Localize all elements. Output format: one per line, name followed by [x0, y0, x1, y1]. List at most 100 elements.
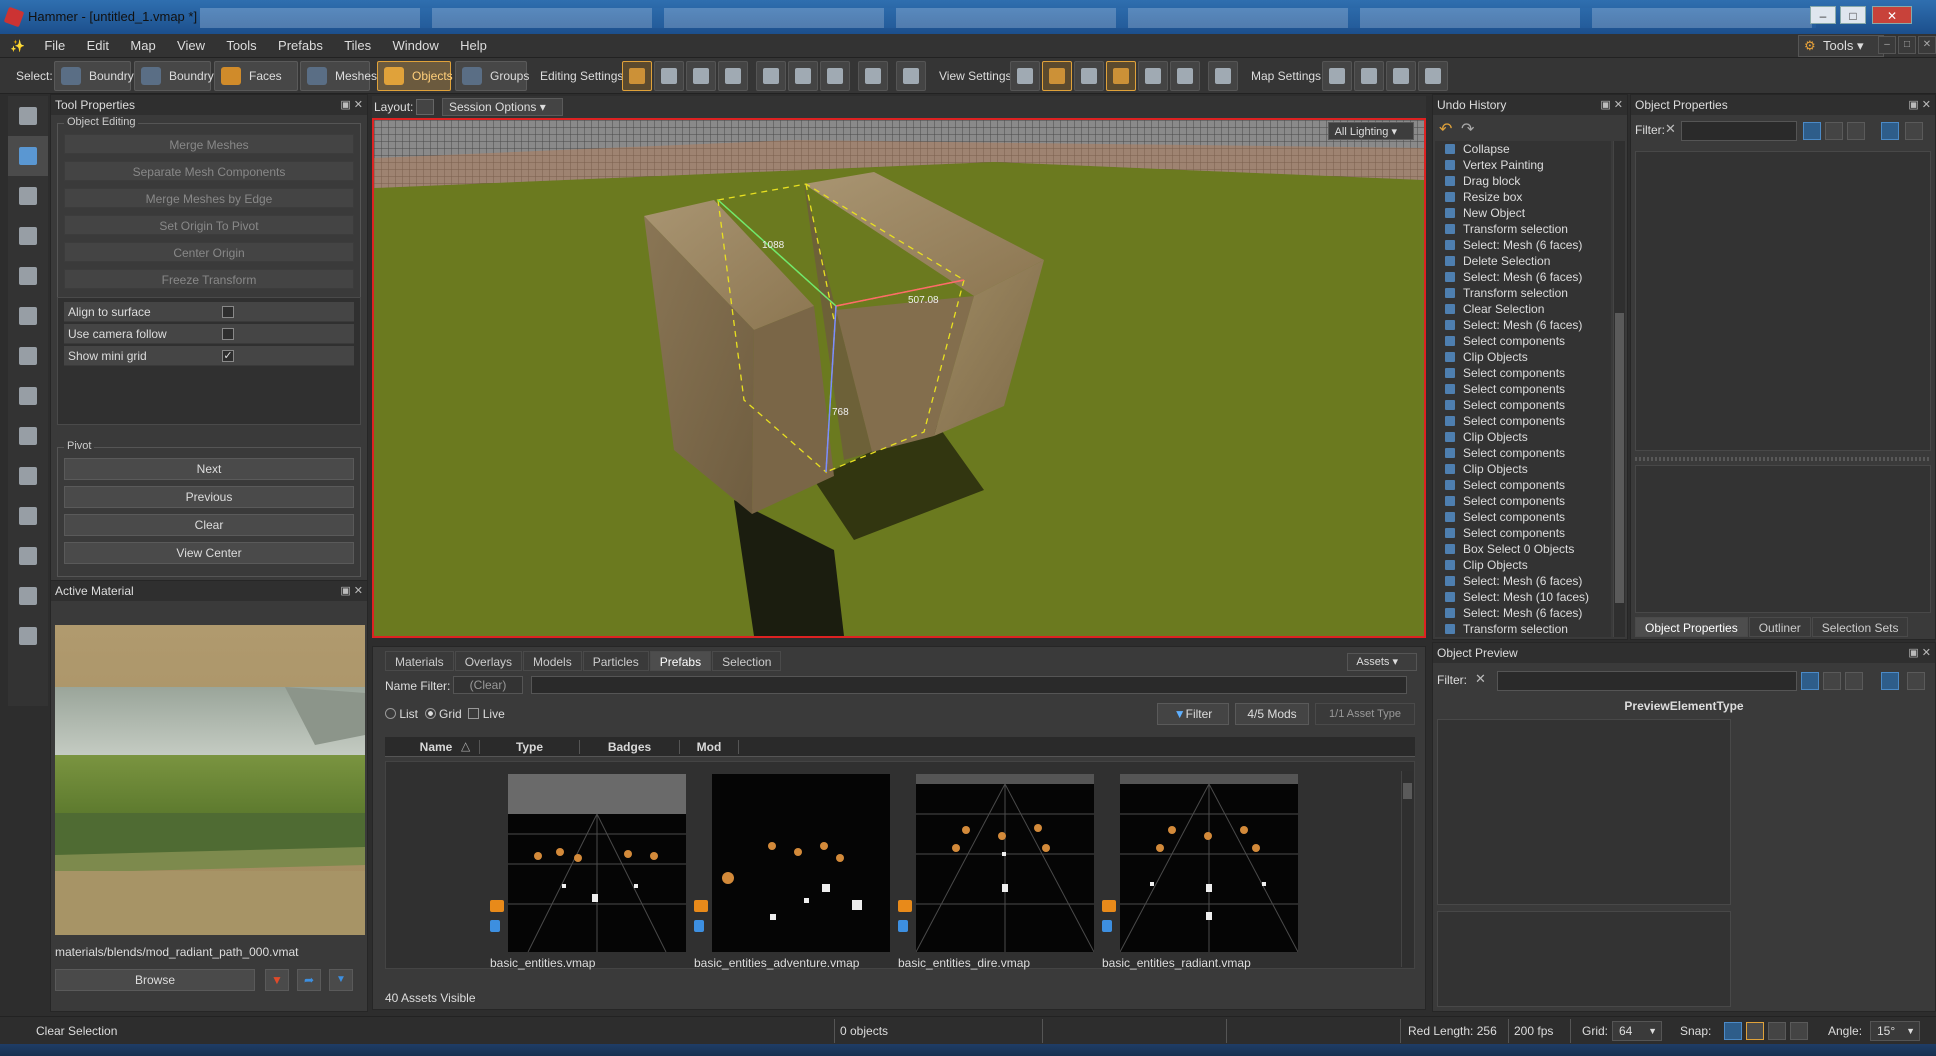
object-properties-filter-input[interactable] — [1681, 121, 1797, 141]
undo-history-item[interactable]: Select components — [1435, 365, 1611, 381]
list-radio[interactable] — [385, 708, 396, 719]
tab-prefabs[interactable]: Prefabs — [649, 651, 712, 671]
session-options-dropdown[interactable]: Session Options ▾ — [442, 98, 563, 116]
map-toggle-1[interactable] — [1322, 61, 1352, 91]
panel-float-close-icons[interactable]: ▣ ✕ — [1908, 643, 1931, 663]
menu-window[interactable]: Window — [384, 34, 448, 58]
undo-history-item[interactable]: Resize box — [1435, 189, 1611, 205]
preview-tree-view-icon[interactable] — [1823, 672, 1841, 690]
undo-icon[interactable]: ↶ — [1439, 119, 1452, 139]
tab-object-properties[interactable]: Object Properties — [1635, 617, 1748, 637]
translate-tool[interactable] — [8, 136, 48, 176]
light-tool[interactable] — [8, 296, 48, 336]
block-tool[interactable] — [8, 336, 48, 376]
select-groups-button[interactable]: Groups — [455, 61, 529, 91]
scale-tool[interactable] — [8, 216, 48, 256]
tab-selection[interactable]: Selection — [712, 651, 782, 671]
menu-file[interactable]: File — [35, 34, 74, 58]
asset-tile[interactable]: basic_entities_adventure.vmap — [694, 772, 890, 972]
mdi-restore-button[interactable]: □ — [1898, 36, 1916, 54]
grid-radio[interactable] — [424, 708, 436, 719]
view-toggle-3[interactable] — [1074, 61, 1104, 91]
center-origin-button[interactable]: Center Origin — [64, 242, 354, 262]
tools-dropdown-button[interactable]: ⚙ Tools ▾ — [1798, 35, 1884, 57]
undo-history-item[interactable]: Vertex Painting — [1435, 157, 1611, 173]
undo-history-item[interactable]: Clear Selection — [1435, 301, 1611, 317]
map-toggle-4[interactable] — [1418, 61, 1448, 91]
undo-history-item[interactable]: Select: Mesh (6 faces) — [1435, 573, 1611, 589]
tab-selection-sets[interactable]: Selection Sets — [1811, 617, 1909, 637]
undo-history-item[interactable]: Clip Objects — [1435, 461, 1611, 477]
menu-help[interactable]: Help — [451, 34, 496, 58]
view-toggle-5[interactable] — [1138, 61, 1168, 91]
maximize-button[interactable]: □ — [1840, 6, 1866, 24]
snap-vertex-icon[interactable] — [1746, 1022, 1764, 1040]
tree-view-icon[interactable] — [1825, 122, 1843, 140]
snap-to-grid-toggle[interactable] — [622, 61, 652, 91]
undo-history-item[interactable]: Select components — [1435, 333, 1611, 349]
undo-history-item[interactable]: New Object — [1435, 205, 1611, 221]
pivot-tool[interactable] — [8, 256, 48, 296]
material-tool[interactable] — [8, 456, 48, 496]
edit-toggle-3[interactable] — [686, 61, 716, 91]
align-to-surface-checkbox[interactable] — [222, 306, 234, 318]
undo-history-item[interactable]: Select: Mesh (10 faces) — [1435, 589, 1611, 605]
undo-history-item[interactable]: Clip Objects — [1435, 429, 1611, 445]
undo-history-item[interactable]: Transform selection — [1435, 221, 1611, 237]
use-camera-follow-row[interactable]: Use camera follow — [64, 324, 354, 344]
view-toggle-7[interactable] — [1208, 61, 1238, 91]
path-tool[interactable] — [8, 616, 48, 656]
menu-map[interactable]: Map — [121, 34, 164, 58]
select-boundry-button[interactable]: Boundry — [54, 61, 134, 91]
layout-grid-icon[interactable] — [416, 99, 434, 115]
tab-overlays[interactable]: Overlays — [454, 651, 523, 671]
merge-meshes-button[interactable]: Merge Meshes — [64, 134, 354, 154]
undo-history-item[interactable]: Transform selection — [1435, 285, 1611, 301]
asset-grid-scrollbar[interactable] — [1401, 771, 1413, 967]
mods-button[interactable]: 4/5 Mods — [1235, 703, 1309, 725]
undo-history-item[interactable]: Select: Mesh (6 faces) — [1435, 605, 1611, 621]
map-toggle-3[interactable] — [1386, 61, 1416, 91]
select-boundry-2-button[interactable]: Boundry — [134, 61, 214, 91]
tab-outliner[interactable]: Outliner — [1748, 617, 1811, 637]
asset-tile[interactable]: basic_entities_radiant.vmap — [1102, 772, 1298, 972]
pivot-view-center-button[interactable]: View Center — [64, 542, 354, 564]
undo-history-scrollbar[interactable] — [1613, 141, 1625, 637]
undo-history-item[interactable]: Clip Objects — [1435, 349, 1611, 365]
undo-history-item[interactable]: Select components — [1435, 413, 1611, 429]
local-space-toggle[interactable] — [654, 61, 684, 91]
view-toggle-6[interactable] — [1170, 61, 1200, 91]
preview-detail-view-icon[interactable] — [1845, 672, 1863, 690]
terrain-tool[interactable] — [8, 536, 48, 576]
show-mini-grid-checkbox[interactable]: ✓ — [222, 350, 234, 362]
undo-history-item[interactable]: Select components — [1435, 445, 1611, 461]
map-toggle-2[interactable] — [1354, 61, 1384, 91]
view-toggle-4[interactable] — [1106, 61, 1136, 91]
browse-material-button[interactable]: Browse — [55, 969, 255, 991]
panel-float-close-icons[interactable]: ▣ ✕ — [340, 95, 363, 115]
preview-user-icon[interactable] — [1881, 672, 1899, 690]
snap-surface-icon[interactable] — [1768, 1022, 1786, 1040]
mdi-close-button[interactable]: ✕ — [1918, 36, 1936, 54]
live-checkbox[interactable] — [468, 708, 480, 719]
asset-type-button[interactable]: 1/1 Asset Type — [1315, 703, 1415, 725]
options-icon[interactable] — [1905, 122, 1923, 140]
material-share-icon[interactable]: ➦ — [297, 969, 321, 991]
list-view-icon[interactable] — [1803, 122, 1821, 140]
freeze-transform-button[interactable]: Freeze Transform — [64, 269, 354, 289]
3d-viewport[interactable]: 1088 507.08 768 All Lighting ▾ — [372, 118, 1426, 638]
column-type[interactable]: Type — [479, 740, 579, 754]
name-filter-input[interactable] — [531, 676, 1407, 694]
undo-history-item[interactable]: Box Select 0 Objects — [1435, 541, 1611, 557]
material-fetch-icon[interactable]: ▼ — [265, 969, 289, 991]
align-to-surface-row[interactable]: Align to surface — [64, 302, 354, 322]
undo-history-item[interactable]: Clip Objects — [1435, 557, 1611, 573]
set-origin-to-pivot-button[interactable]: Set Origin To Pivot — [64, 215, 354, 235]
undo-history-item[interactable]: Select: Mesh (6 faces) — [1435, 317, 1611, 333]
merge-meshes-by-edge-button[interactable]: Merge Meshes by Edge — [64, 188, 354, 208]
asset-tile[interactable]: basic_entities_dire.vmap — [898, 772, 1094, 972]
menu-tiles[interactable]: Tiles — [335, 34, 380, 58]
select-faces-button[interactable]: Faces — [214, 61, 298, 91]
show-mini-grid-row[interactable]: Show mini grid ✓ — [64, 346, 354, 366]
tab-materials[interactable]: Materials — [385, 651, 454, 671]
